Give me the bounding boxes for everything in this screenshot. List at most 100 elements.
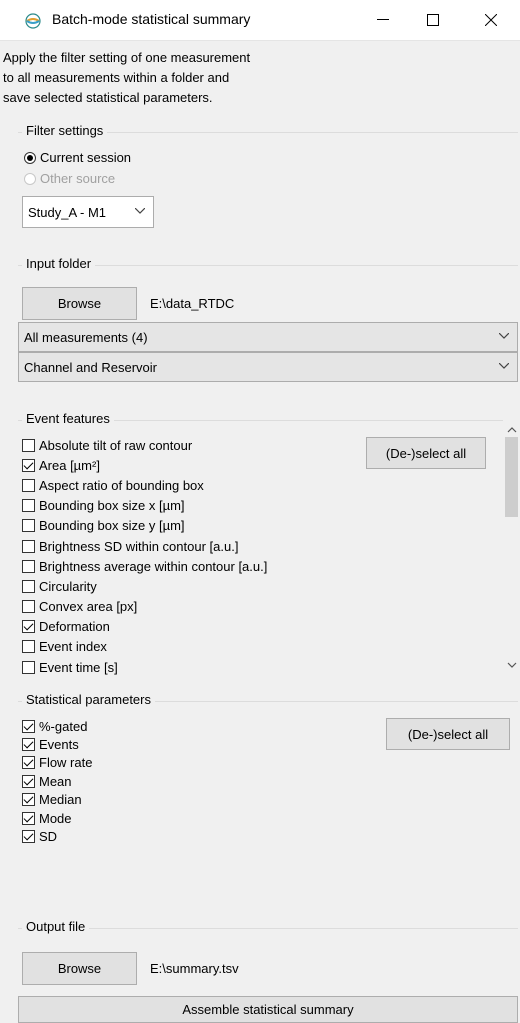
assemble-summary-button[interactable]: Assemble statistical summary [18, 996, 518, 1023]
app-icon [25, 13, 41, 29]
checkbox-checked-icon [22, 811, 35, 825]
feature-checkbox[interactable]: Area [µm²] [22, 455, 267, 475]
checkbox-checked-icon [22, 830, 35, 844]
checkbox-icon [22, 519, 35, 533]
chevron-down-icon[interactable] [507, 660, 517, 670]
feature-label: Bounding box size y [µm] [39, 518, 185, 534]
current-session-radio[interactable]: Current session [24, 150, 131, 165]
feature-label: Deformation [39, 619, 110, 635]
parameter-checkbox[interactable]: Events [22, 735, 92, 753]
parameter-label: SD [39, 829, 58, 845]
input-folder-path: E:\data_RTDC [150, 296, 235, 311]
feature-checkbox[interactable]: Bounding box size x [µm] [22, 496, 267, 516]
source-select-value: Study_A - M1 [28, 204, 107, 220]
other-source-radio[interactable]: Other source [24, 171, 115, 186]
parameter-label: Events [39, 737, 79, 753]
feature-checkbox[interactable]: Aspect ratio of bounding box [22, 475, 267, 495]
parameter-checkbox[interactable]: Median [22, 791, 92, 809]
checkbox-checked-icon [22, 738, 35, 752]
parameter-checkbox[interactable]: SD [22, 827, 92, 845]
window-title: Batch-mode statistical summary [52, 11, 251, 27]
statistical-parameters-list: %-gated Events Flow rate Mean Median Mod… [22, 717, 92, 846]
feature-checkbox[interactable]: Convex area [px] [22, 597, 267, 617]
checkbox-checked-icon [22, 620, 35, 634]
radio-selected-icon [24, 151, 36, 164]
parameter-label: Median [39, 792, 82, 808]
chevron-up-icon[interactable] [507, 425, 517, 435]
feature-label: Aspect ratio of bounding box [39, 477, 204, 493]
output-file-path: E:\summary.tsv [150, 961, 239, 976]
event-features-title: Event features [22, 411, 114, 426]
features-scrollbar[interactable] [503, 425, 520, 680]
feature-checkbox[interactable]: Event time [s] [22, 657, 267, 677]
source-select[interactable]: Study_A - M1 [22, 196, 154, 228]
chevron-down-icon [499, 363, 509, 369]
description-line-3: save selected statistical parameters. [3, 90, 213, 105]
parameter-checkbox[interactable]: Mean [22, 772, 92, 790]
input-browse-button[interactable]: Browse [22, 287, 137, 320]
parameter-label: Flow rate [39, 755, 93, 771]
parameter-label: Mode [39, 810, 72, 826]
chevron-down-icon [499, 333, 509, 339]
checkbox-icon [22, 559, 35, 573]
output-file-group [18, 928, 518, 929]
event-features-list: Absolute tilt of raw contour Area [µm²] … [22, 435, 267, 677]
maximize-button[interactable] [410, 0, 456, 40]
output-browse-button[interactable]: Browse [22, 952, 137, 985]
minimize-icon [377, 19, 389, 20]
feature-checkbox[interactable]: Circularity [22, 576, 267, 596]
features-deselect-all-button[interactable]: (De-)select all [366, 437, 486, 469]
chevron-down-icon [135, 208, 145, 214]
checkbox-checked-icon [22, 774, 35, 788]
feature-checkbox[interactable]: Absolute tilt of raw contour [22, 435, 267, 455]
channel-select[interactable]: Channel and Reservoir [18, 352, 518, 382]
feature-label: Convex area [px] [39, 599, 138, 615]
checkbox-icon [22, 640, 35, 654]
feature-label: Event index [39, 639, 107, 655]
statistical-parameters-title: Statistical parameters [22, 692, 155, 707]
checkbox-icon [22, 478, 35, 492]
description-line-2: to all measurements within a folder and [3, 70, 230, 85]
filter-settings-title: Filter settings [22, 123, 108, 138]
feature-label: Circularity [39, 578, 97, 594]
feature-checkbox[interactable]: Bounding box size y [µm] [22, 516, 267, 536]
close-button[interactable] [468, 0, 514, 40]
scroll-thumb[interactable] [505, 437, 518, 517]
channel-select-value: Channel and Reservoir [24, 359, 157, 375]
parameter-checkbox[interactable]: %-gated [22, 717, 92, 735]
feature-checkbox[interactable]: Event index [22, 637, 267, 657]
title-bar: Batch-mode statistical summary [0, 0, 520, 41]
feature-label: Brightness average within contour [a.u.] [39, 558, 268, 574]
parameter-label: %-gated [39, 718, 88, 734]
checkbox-icon [22, 579, 35, 593]
checkbox-icon [22, 438, 35, 452]
checkbox-checked-icon [22, 719, 35, 733]
measurements-select-value: All measurements (4) [24, 329, 148, 345]
close-icon [485, 14, 497, 26]
params-deselect-all-button[interactable]: (De-)select all [386, 718, 510, 750]
feature-label: Area [µm²] [39, 457, 100, 473]
feature-checkbox[interactable]: Deformation [22, 617, 267, 637]
parameter-checkbox[interactable]: Mode [22, 809, 92, 827]
current-session-label: Current session [40, 150, 132, 165]
parameter-label: Mean [39, 773, 72, 789]
feature-checkbox[interactable]: Brightness SD within contour [a.u.] [22, 536, 267, 556]
checkbox-icon [22, 539, 35, 553]
description-line-1: Apply the filter setting of one measurem… [3, 50, 251, 65]
measurements-select[interactable]: All measurements (4) [18, 322, 518, 352]
checkbox-checked-icon [22, 756, 35, 770]
maximize-icon [427, 14, 439, 26]
minimize-button[interactable] [360, 0, 406, 40]
feature-label: Brightness SD within contour [a.u.] [39, 538, 239, 554]
input-folder-title: Input folder [22, 256, 96, 271]
checkbox-icon [22, 600, 35, 614]
other-source-label: Other source [40, 171, 116, 186]
feature-checkbox[interactable]: Brightness average within contour [a.u.] [22, 556, 267, 576]
checkbox-checked-icon [22, 458, 35, 472]
radio-unselected-icon [24, 172, 36, 185]
checkbox-icon [22, 660, 35, 674]
output-file-title: Output file [22, 919, 90, 934]
parameter-checkbox[interactable]: Flow rate [22, 754, 92, 772]
feature-label: Absolute tilt of raw contour [39, 437, 193, 453]
feature-label: Event time [s] [39, 659, 118, 675]
